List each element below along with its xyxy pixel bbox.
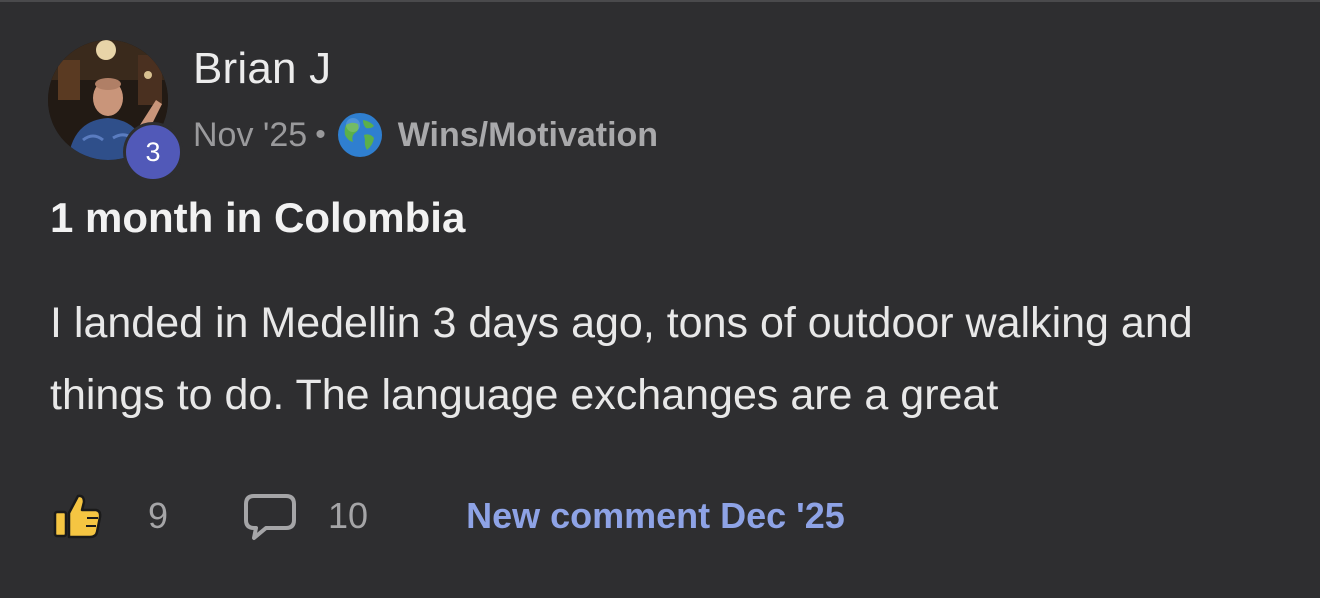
like-button[interactable]: 9	[52, 490, 168, 542]
meta-separator: •	[315, 118, 326, 151]
post-meta: Nov '25 • Wins/Motivation	[193, 113, 658, 157]
new-comment-link[interactable]: New comment Dec '25	[466, 495, 845, 537]
post-date: Nov '25	[193, 115, 308, 154]
author-avatar-wrap[interactable]: 3	[48, 40, 183, 182]
post-card[interactable]: 3 Brian J Nov '25 • Wins/Motivation 1 mo…	[0, 0, 1320, 598]
globe-icon	[337, 113, 382, 157]
post-category[interactable]: Wins/Motivation	[398, 116, 658, 155]
comment-bubble-icon	[244, 494, 297, 540]
thumbs-up-icon	[53, 494, 102, 539]
post-actions: 9 10 New comment Dec '25	[52, 490, 845, 542]
comment-count: 10	[328, 495, 369, 536]
author-name[interactable]: Brian J	[193, 44, 331, 94]
post-body[interactable]: I landed in Medellin 3 days ago, tons of…	[50, 287, 1280, 431]
comment-button[interactable]: 10	[242, 490, 368, 542]
like-count: 9	[148, 495, 169, 536]
post-title[interactable]: 1 month in Colombia	[50, 194, 465, 242]
author-level-badge: 3	[123, 122, 183, 182]
